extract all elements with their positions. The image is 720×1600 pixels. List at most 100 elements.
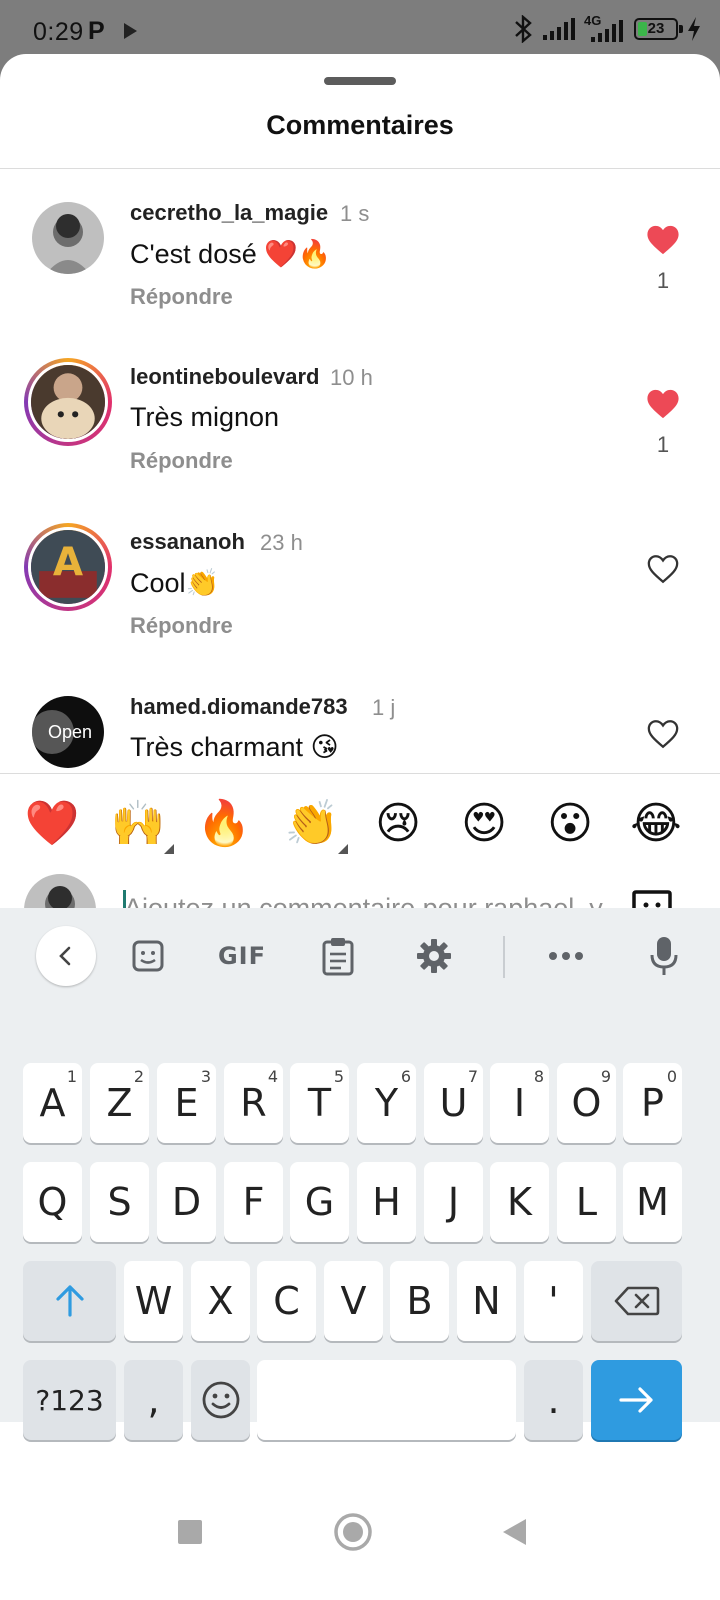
reaction-surprised[interactable]: 😮 (540, 796, 600, 852)
emoji-key[interactable] (191, 1360, 250, 1440)
key-u[interactable]: U7 (424, 1063, 483, 1143)
reaction-heart[interactable]: ❤️ (22, 796, 82, 852)
gif-icon[interactable]: GIF (212, 926, 272, 986)
key-label: A (39, 1081, 66, 1125)
key-z[interactable]: Z2 (90, 1063, 149, 1143)
clipboard-icon[interactable] (308, 926, 368, 986)
signal-icon (543, 18, 575, 40)
like-count: 1 (656, 268, 670, 293)
key-d[interactable]: D (157, 1162, 216, 1242)
comment-time: 10 h (330, 365, 373, 390)
more-icon[interactable] (536, 926, 596, 986)
key-l[interactable]: L (557, 1162, 616, 1242)
backspace-key[interactable] (591, 1261, 682, 1341)
key-e[interactable]: E3 (157, 1063, 216, 1143)
comma-key[interactable]: , (124, 1360, 183, 1440)
space-key[interactable] (257, 1360, 516, 1440)
key-hint: 7 (467, 1067, 478, 1086)
avatar[interactable] (32, 202, 104, 274)
battery-icon: 23 (634, 18, 683, 40)
toolbar-separator (503, 936, 505, 978)
key-j[interactable]: J (424, 1162, 483, 1242)
key-label: P (641, 1081, 664, 1125)
key-p[interactable]: P0 (623, 1063, 682, 1143)
key-y[interactable]: Y6 (357, 1063, 416, 1143)
gear-icon[interactable] (404, 926, 464, 986)
skin-tone-indicator (164, 844, 174, 854)
heart-filled-icon[interactable] (646, 224, 680, 256)
key-o[interactable]: O9 (557, 1063, 616, 1143)
back-icon[interactable] (494, 1512, 534, 1552)
reply-button[interactable]: Répondre (130, 284, 233, 310)
like-count: 1 (656, 432, 670, 457)
key-label: Z (106, 1081, 133, 1125)
symbols-key[interactable]: ?123 (23, 1360, 116, 1440)
sticker-icon[interactable] (118, 926, 178, 986)
reaction-raised-hands[interactable]: 🙌 (108, 796, 174, 854)
drag-handle[interactable] (324, 77, 396, 85)
comment-username[interactable]: leontineboulevard (130, 364, 319, 390)
home-icon[interactable] (333, 1512, 373, 1552)
key-hint: 8 (533, 1067, 544, 1086)
key-label: ?123 (35, 1383, 104, 1417)
reply-button[interactable]: Répondre (130, 613, 233, 639)
key-k[interactable]: K (490, 1162, 549, 1242)
key-q[interactable]: Q (23, 1162, 82, 1242)
key-b[interactable]: B (390, 1261, 449, 1341)
key-hint: 4 (267, 1067, 278, 1086)
send-key[interactable] (591, 1360, 682, 1440)
comment-username[interactable]: hamed.diomande783 (130, 694, 348, 720)
key-m[interactable]: M (623, 1162, 682, 1242)
battery-level: 23 (647, 20, 665, 37)
key-a[interactable]: A1 (23, 1063, 82, 1143)
heart-outline-icon[interactable] (646, 553, 680, 585)
reaction-emoji: 🙌 (110, 799, 166, 848)
microphone-icon[interactable] (634, 926, 694, 986)
divider (0, 773, 720, 774)
comment-text: Cool👏 (130, 568, 220, 598)
system-nav-bar (0, 1474, 720, 1600)
comment-username[interactable]: essananoh (130, 529, 245, 555)
avatar-story-ring[interactable]: A (24, 523, 112, 611)
heart-filled-icon[interactable] (646, 388, 680, 420)
avatar-story-ring[interactable] (24, 358, 112, 446)
reaction-fire[interactable]: 🔥 (194, 796, 254, 852)
key-label: U (439, 1081, 468, 1125)
reaction-crying[interactable]: 😢 (368, 796, 428, 852)
key-n[interactable]: N (457, 1261, 516, 1341)
open-logo-text: Open (48, 722, 92, 742)
key-r[interactable]: R4 (224, 1063, 283, 1143)
key-h[interactable]: H (357, 1162, 416, 1242)
comment-username[interactable]: cecretho_la_magie (130, 200, 328, 226)
comment-item: leontineboulevard 10 h Très mignon Répon… (0, 358, 720, 530)
comment-text: C'est dosé ❤️🔥 (130, 239, 332, 269)
shift-key[interactable] (23, 1261, 116, 1341)
key-x[interactable]: X (191, 1261, 250, 1341)
key-label: O (571, 1081, 602, 1125)
key-g[interactable]: G (290, 1162, 349, 1242)
key-apostrophe[interactable]: ' (524, 1261, 583, 1341)
key-f[interactable]: F (224, 1162, 283, 1242)
key-s[interactable]: S (90, 1162, 149, 1242)
avatar[interactable]: Open (32, 696, 104, 768)
key-label: Y (374, 1081, 399, 1125)
story-letter: A (53, 540, 84, 585)
key-w[interactable]: W (124, 1261, 183, 1341)
divider (0, 168, 720, 169)
key-i[interactable]: I8 (490, 1063, 549, 1143)
reaction-laughing[interactable]: 😂 (626, 796, 686, 852)
period-key[interactable]: . (524, 1360, 583, 1440)
key-hint: 2 (133, 1067, 144, 1086)
key-t[interactable]: T5 (290, 1063, 349, 1143)
recents-icon[interactable] (170, 1512, 210, 1552)
chevron-left-icon[interactable] (36, 926, 96, 986)
skin-tone-indicator (338, 844, 348, 854)
keyboard-toolbar: GIF (0, 908, 720, 1006)
reaction-clap[interactable]: 👏 (282, 796, 348, 854)
reaction-emoji: 👏 (284, 799, 340, 848)
reaction-heart-eyes[interactable]: 😍 (454, 796, 514, 852)
reply-button[interactable]: Répondre (130, 448, 233, 474)
key-c[interactable]: C (257, 1261, 316, 1341)
heart-outline-icon[interactable] (646, 718, 680, 750)
key-v[interactable]: V (324, 1261, 383, 1341)
